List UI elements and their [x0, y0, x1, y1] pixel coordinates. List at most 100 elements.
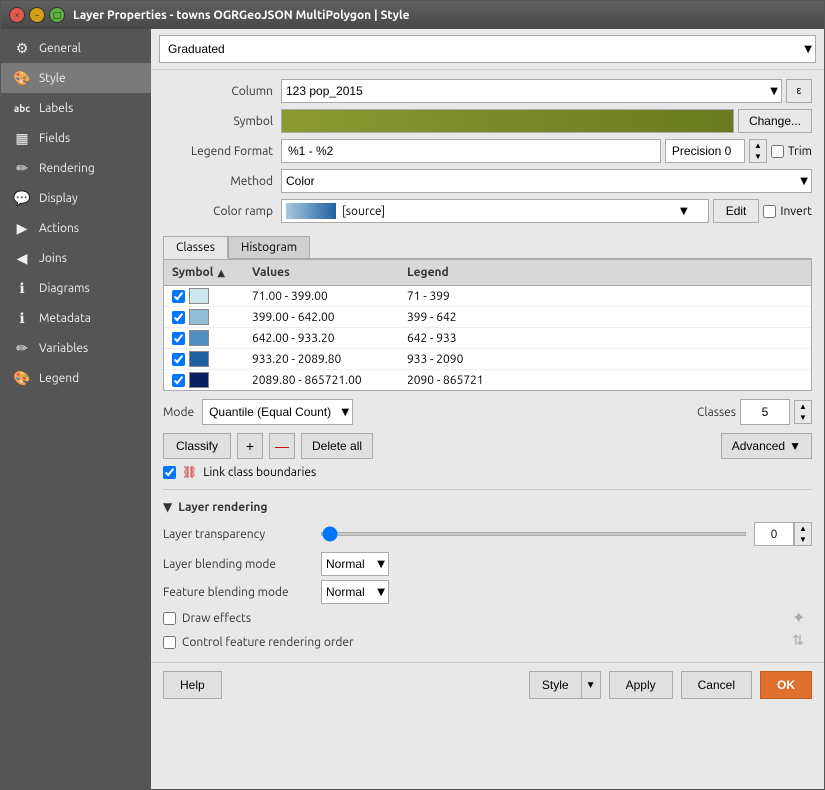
column-expression-button[interactable]: ε [786, 79, 812, 103]
legend-format-input[interactable] [281, 139, 661, 163]
edit-ramp-button[interactable]: Edit [713, 199, 760, 223]
table-row: 933.20 - 2089.80 933 - 2090 [164, 349, 811, 370]
transparency-slider[interactable] [321, 532, 746, 536]
sidebar-item-labels[interactable]: abc Labels [1, 93, 151, 123]
color-swatch-4[interactable] [189, 351, 209, 367]
color-swatch-5[interactable] [189, 372, 209, 388]
control-rendering-row: Control feature rendering order ⇅ [163, 632, 812, 652]
classes-up-button[interactable]: ▲ [795, 401, 811, 412]
maximize-button[interactable]: □ [49, 7, 65, 23]
method-select[interactable]: Color Size [281, 169, 812, 193]
color-ramp-label: Color ramp [163, 205, 273, 218]
titlebar: × − □ Layer Properties - towns OGRGeoJSO… [1, 1, 824, 29]
close-button[interactable]: × [9, 7, 25, 23]
help-button[interactable]: Help [163, 671, 222, 699]
row-checkbox-2[interactable] [172, 311, 185, 324]
trim-checkbox[interactable] [771, 145, 784, 158]
transparency-value: 0 [754, 522, 794, 546]
sidebar-item-fields[interactable]: ▦ Fields [1, 123, 151, 153]
section-arrow-icon: ▼ [163, 500, 172, 514]
add-class-button[interactable]: + [237, 433, 263, 459]
transparency-up-button[interactable]: ▲ [795, 523, 811, 534]
tab-histogram[interactable]: Histogram [228, 236, 310, 259]
sidebar-item-general[interactable]: ⚙ General [1, 33, 151, 63]
sidebar-label-general: General [39, 42, 81, 55]
cancel-button[interactable]: Cancel [681, 671, 752, 699]
delete-all-button[interactable]: Delete all [301, 433, 373, 459]
transparency-row: Layer transparency 0 ▲ ▼ [163, 522, 812, 546]
trim-group: Trim [771, 145, 812, 158]
footer-left: Help [163, 671, 222, 699]
rendering-icon: ✏ [13, 159, 31, 177]
precision-input[interactable] [665, 139, 745, 163]
row-checkbox-3[interactable] [172, 332, 185, 345]
minimize-button[interactable]: − [29, 7, 45, 23]
cell-values-5: 2089.80 - 865721.00 [244, 374, 399, 387]
change-symbol-button[interactable]: Change... [738, 109, 812, 133]
classes-input[interactable] [740, 399, 790, 425]
sidebar-item-joins[interactable]: ◀ Joins [1, 243, 151, 273]
color-ramp-row: Color ramp [source] ▼ Edit Inv [163, 198, 812, 224]
color-ramp-select[interactable]: [source] ▼ [281, 199, 709, 223]
invert-label: Invert [780, 205, 812, 218]
sidebar-label-metadata: Metadata [39, 312, 91, 325]
fields-icon: ▦ [13, 129, 31, 147]
sidebar-item-style[interactable]: 🎨 Style [1, 63, 151, 93]
main-layout: ⚙ General 🎨 Style abc Labels ▦ Fields ✏ … [1, 29, 824, 789]
effects-settings-icon[interactable]: ✦ [792, 608, 812, 628]
row-checkbox-1[interactable] [172, 290, 185, 303]
precision-up-button[interactable]: ▲ [750, 140, 766, 151]
color-swatch-3[interactable] [189, 330, 209, 346]
invert-checkbox[interactable] [763, 205, 776, 218]
control-rendering-checkbox[interactable] [163, 636, 176, 649]
symbol-label: Symbol [163, 115, 273, 128]
cell-symbol-1 [164, 288, 244, 304]
link-label: Link class boundaries [203, 466, 316, 479]
style-main-button[interactable]: Style [529, 671, 581, 699]
sidebar-item-diagrams[interactable]: ℹ Diagrams [1, 273, 151, 303]
style-dropdown-button[interactable]: ▼ [581, 671, 601, 699]
draw-effects-checkbox[interactable] [163, 612, 176, 625]
legend-format-row: Legend Format ▲ ▼ Trim [163, 138, 812, 164]
advanced-button[interactable]: Advanced ▼ [721, 433, 812, 459]
row-checkbox-4[interactable] [172, 353, 185, 366]
feature-blending-select[interactable]: Normal Multiply Screen Overlay [321, 580, 389, 604]
column-control: 123 pop_2015 ▼ ε [281, 79, 812, 103]
classes-down-button[interactable]: ▼ [795, 412, 811, 423]
sort-arrow-icon: ▲ [217, 267, 225, 279]
ok-button[interactable]: OK [760, 671, 812, 699]
window-title: Layer Properties - towns OGRGeoJSON Mult… [73, 9, 410, 22]
footer: Help Style ▼ Apply Cancel OK [151, 662, 824, 707]
cell-legend-1: 71 - 399 [399, 290, 811, 303]
renderer-select[interactable]: Graduated Categorized Single Symbol Rule… [159, 35, 816, 63]
classes-spinners: ▲ ▼ [794, 400, 812, 424]
sidebar-label-labels: Labels [39, 102, 73, 115]
link-boundaries-checkbox[interactable] [163, 466, 176, 479]
layer-blending-label: Layer blending mode [163, 558, 313, 571]
method-row: Method Color Size ▼ [163, 168, 812, 194]
sidebar-item-actions[interactable]: ▶ Actions [1, 213, 151, 243]
sidebar-item-rendering[interactable]: ✏ Rendering [1, 153, 151, 183]
classify-button[interactable]: Classify [163, 433, 231, 459]
mode-select[interactable]: Quantile (Equal Count) Equal Interval Na… [202, 399, 353, 425]
advanced-label: Advanced [732, 439, 785, 453]
color-swatch-2[interactable] [189, 309, 209, 325]
cell-legend-5: 2090 - 865721 [399, 374, 811, 387]
sidebar-item-display[interactable]: 💬 Display [1, 183, 151, 213]
precision-down-button[interactable]: ▼ [750, 151, 766, 162]
section-header[interactable]: ▼ Layer rendering [163, 500, 812, 514]
actions-icon: ▶ [13, 219, 31, 237]
apply-button[interactable]: Apply [609, 671, 673, 699]
tab-classes[interactable]: Classes [163, 236, 228, 259]
transparency-down-button[interactable]: ▼ [795, 534, 811, 545]
column-select[interactable]: 123 pop_2015 [281, 79, 782, 103]
sidebar-item-metadata[interactable]: ℹ Metadata [1, 303, 151, 333]
row-checkbox-5[interactable] [172, 374, 185, 387]
cell-symbol-4 [164, 351, 244, 367]
remove-class-button[interactable]: — [269, 433, 295, 459]
layer-blending-select[interactable]: Normal Multiply Screen Overlay [321, 552, 389, 576]
color-swatch-1[interactable] [189, 288, 209, 304]
sidebar-item-legend[interactable]: 🎨 Legend [1, 363, 151, 393]
rendering-order-icon[interactable]: ⇅ [792, 632, 812, 652]
sidebar-item-variables[interactable]: ✏ Variables [1, 333, 151, 363]
